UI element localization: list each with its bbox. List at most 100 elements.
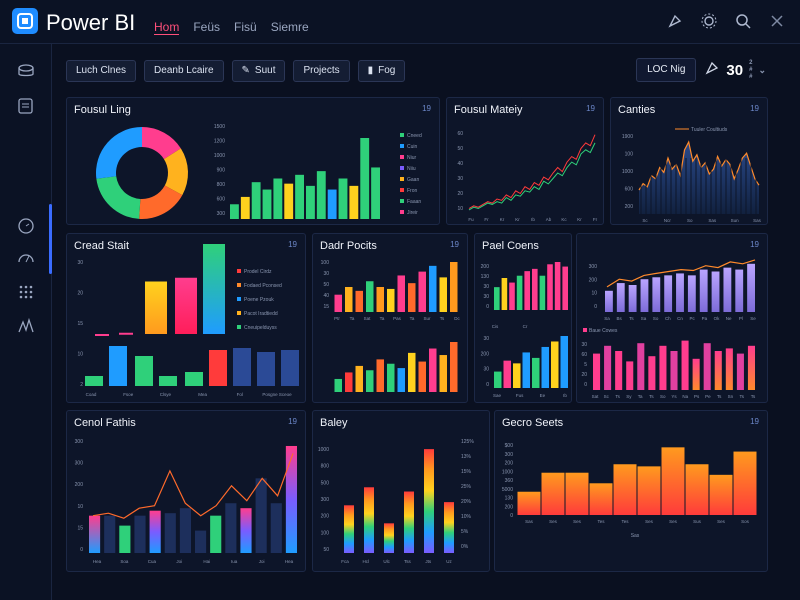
sidebar-scrollbar[interactable]	[49, 204, 52, 274]
x-tick-label: Ts	[751, 394, 756, 399]
bar	[429, 265, 437, 312]
database-icon[interactable]	[16, 62, 36, 82]
refresh-icon[interactable]	[704, 60, 720, 80]
bar	[397, 368, 405, 392]
legend-label: Cuin	[407, 144, 418, 150]
nav-item-features[interactable]: Feüs	[193, 20, 220, 35]
bar	[429, 348, 437, 392]
legend-label: Gaan	[407, 177, 419, 183]
panel-dadr-pocits[interactable]: Dadr Pocits 19 100 30 50 40 15 Ptr Ta Sat Ta Pas T…	[312, 233, 468, 403]
x-tick-label: Uz	[446, 559, 452, 564]
y-tick-label: 60	[457, 131, 463, 137]
panel-gecro-seets[interactable]: Gecro Seets 19 $00 300 200 1000 360 5000 130 20…	[494, 410, 768, 572]
bar	[532, 357, 540, 388]
x-tick-label: Pe	[705, 394, 711, 399]
y-tick-label: 300	[75, 461, 84, 467]
bar	[384, 523, 394, 553]
bar	[338, 178, 348, 219]
bar	[164, 513, 176, 553]
legend-swatch	[400, 210, 404, 214]
y-tick-label: 300	[321, 497, 330, 503]
x-tick-label: Posgne Sceoe	[262, 392, 292, 397]
projects-button[interactable]: Projects	[293, 60, 350, 82]
grid-icon[interactable]	[16, 282, 36, 302]
gauge-icon[interactable]	[16, 248, 36, 268]
legend-swatch	[400, 144, 404, 148]
y-tick-label: 1000	[502, 469, 513, 475]
y-tick-label: 20	[581, 372, 587, 378]
x-tick-label: Ta	[410, 316, 415, 321]
y-tick-label: 200	[505, 504, 514, 510]
x-tick-label: Pas	[393, 316, 402, 321]
nav-item-share[interactable]: Siemre	[271, 20, 309, 35]
x-tick-label: Ts	[440, 316, 445, 321]
bar	[195, 530, 207, 553]
location-selector[interactable]: LOC Nig	[636, 58, 697, 82]
x-tick-label: Sur	[423, 316, 431, 321]
panel-chart: 60 50 40 30 20 10 Fu Fr Kr Kr Ib Ab Kc Kr Fr	[457, 131, 597, 222]
share-icon[interactable]	[666, 12, 684, 30]
x-tick-label: Ses	[645, 519, 654, 524]
y-tick-label: 600	[625, 187, 634, 193]
close-icon[interactable]	[768, 12, 786, 30]
panel-chart: Tuuler Coultiuds 1900 100 1000 600 200 Sc Ncr So…	[622, 127, 762, 223]
clock-icon[interactable]	[16, 216, 36, 236]
panel-pael-coens[interactable]: Pael Coens 200 130 30 30 0 Cis Cr 30 200 30 0 Sae Fu…	[474, 233, 572, 403]
panel-canties[interactable]: Canties 19 Tuuler Coultiuds 1900 100 1000 60…	[610, 97, 768, 225]
pencil-icon: ✎	[241, 65, 250, 76]
bar	[145, 281, 167, 334]
bar	[240, 196, 250, 219]
toolbar-button-1[interactable]: Luch Clnes	[66, 60, 137, 82]
panel-cread-stait[interactable]: Cread Stait 19 30 20 15 10 2 Coad Fsoe Clsye Mea…	[66, 233, 306, 403]
y-tick-label-right: 0%	[461, 544, 469, 550]
x-tick-label: Soa	[120, 559, 129, 564]
bar	[699, 269, 708, 312]
legend-label: Prodel Cirdz	[244, 269, 272, 275]
nav-item-home[interactable]: Hom	[154, 20, 180, 35]
panel-cenol-fathis[interactable]: Cenol Fathis 19 300 300 200 10 15 0 Hea Soa Cua J…	[66, 410, 306, 572]
legend-label: Niiu	[407, 166, 416, 172]
panel-combo[interactable]: 19 300 200 10 0 Sa Bs Ts Sa So Ch Cn Pc Pa Ok Ne Pl Se Ba…	[576, 233, 768, 403]
x-tick-label: Tes	[621, 519, 629, 524]
toolbar-button-5[interactable]: ▮ Fog	[357, 60, 406, 82]
y-tick-label: 1000	[318, 447, 329, 453]
x-tick-label: Sa	[641, 316, 647, 321]
y-tick-label: 0	[510, 513, 513, 519]
search-icon[interactable]	[734, 12, 752, 30]
bar	[513, 363, 521, 388]
kpi-sub: 2 # #	[749, 59, 753, 80]
nav-item-files[interactable]: Fisü	[234, 20, 257, 35]
legend-label: Jireir	[407, 210, 418, 216]
y-tick-label: 100	[625, 152, 634, 158]
panel-baley[interactable]: Baley 1000 800 500 300 200 100 50 125% 13% 15% 25%…	[312, 410, 490, 572]
x-tick-label: Ts	[739, 394, 744, 399]
panel-fousul-ling[interactable]: Fousul Ling 19 1500 1200 1000 900 800 600 300 C…	[66, 97, 440, 225]
x-tick-label: Fca	[341, 559, 349, 564]
y-tick-label: 200	[321, 514, 330, 520]
bar	[703, 343, 711, 390]
bar	[397, 275, 405, 312]
x-tick-label: Pa	[702, 316, 708, 321]
signal-icon[interactable]	[16, 316, 36, 336]
bar	[355, 290, 363, 312]
x-tick-label: Tss	[404, 559, 412, 564]
bar	[387, 288, 395, 312]
bar	[711, 271, 720, 312]
toolbar-button-3[interactable]: ✎ Suut	[231, 60, 286, 82]
panel-fousul-mateiy[interactable]: Fousul Mateiy 19 60 50 40 30 20 10 Fu Fr Kr Kr Ib A…	[446, 97, 604, 225]
legend-swatch	[237, 297, 241, 301]
bar	[424, 449, 434, 553]
bar	[203, 244, 225, 334]
chevron-down-icon[interactable]: ⌄	[758, 65, 766, 76]
report-icon[interactable]	[16, 96, 36, 116]
y-tick-label: 15	[77, 525, 83, 531]
toolbar-button-2[interactable]: Deanb Lcaire	[144, 60, 224, 82]
x-tick-label: Sus	[693, 519, 702, 524]
bar	[109, 346, 127, 386]
x-tick-label: Tes	[597, 519, 605, 524]
bar	[541, 346, 549, 388]
bar	[565, 472, 589, 515]
gear-icon[interactable]	[700, 12, 718, 30]
y-tick-label: 0	[584, 382, 587, 388]
x-tick-label: Ps	[694, 394, 700, 399]
